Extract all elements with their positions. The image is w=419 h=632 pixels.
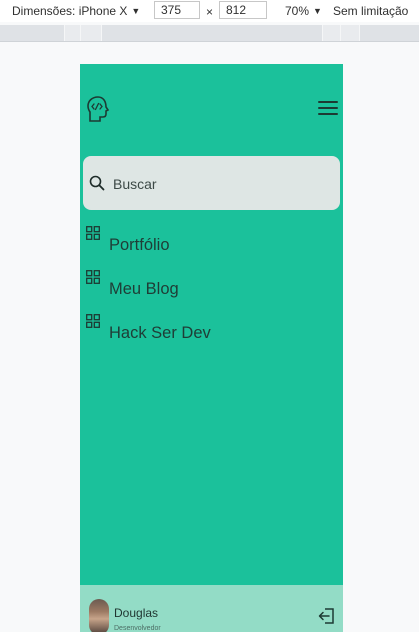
- device-width-input[interactable]: 375: [154, 1, 200, 19]
- user-name: Douglas: [114, 606, 159, 620]
- dimension-separator: ×: [206, 5, 214, 19]
- nav-item-blog[interactable]: Meu Blog: [86, 270, 326, 300]
- nav-item-label: Portfólio: [109, 236, 170, 254]
- grid-icon: [86, 270, 100, 284]
- grid-icon: [86, 314, 100, 328]
- throttling-select[interactable]: Sem limitação: [333, 3, 408, 19]
- head-code-icon[interactable]: [86, 95, 110, 123]
- nav-item-hack-ser-dev[interactable]: Hack Ser Dev: [86, 314, 326, 344]
- avatar: [89, 599, 109, 632]
- device-dimensions-label: Dimensões: iPhone X: [12, 4, 128, 18]
- media-query-ruler[interactable]: [0, 25, 419, 42]
- chevron-down-icon: ▼: [313, 6, 322, 16]
- devtools-toolbar: Dimensões: iPhone X ▼ 375 × 812 70% ▼ Sem …: [0, 0, 419, 22]
- device-height-input[interactable]: 812: [219, 1, 267, 19]
- user-footer: Douglas Desenvolvedor: [80, 585, 343, 632]
- search-box: [83, 156, 340, 210]
- grid-icon: [86, 226, 100, 240]
- throttling-label: Sem limitação: [333, 4, 409, 18]
- logout-icon[interactable]: [318, 607, 336, 625]
- user-role: Desenvolvedor: [114, 625, 161, 632]
- device-viewport: Portfólio Meu Blog Hack Ser Dev Douglas …: [80, 64, 343, 632]
- search-icon[interactable]: [89, 175, 105, 191]
- nav-item-portfolio[interactable]: Portfólio: [86, 226, 326, 256]
- nav-item-label: Meu Blog: [109, 280, 179, 298]
- zoom-select[interactable]: 70% ▼: [285, 3, 322, 19]
- zoom-label: 70%: [285, 4, 310, 18]
- search-input[interactable]: [111, 170, 325, 198]
- chevron-down-icon: ▼: [131, 6, 141, 16]
- nav-item-label: Hack Ser Dev: [109, 324, 211, 342]
- hamburger-icon[interactable]: [318, 101, 338, 117]
- device-dimensions-select[interactable]: Dimensões: iPhone X ▼: [12, 3, 140, 19]
